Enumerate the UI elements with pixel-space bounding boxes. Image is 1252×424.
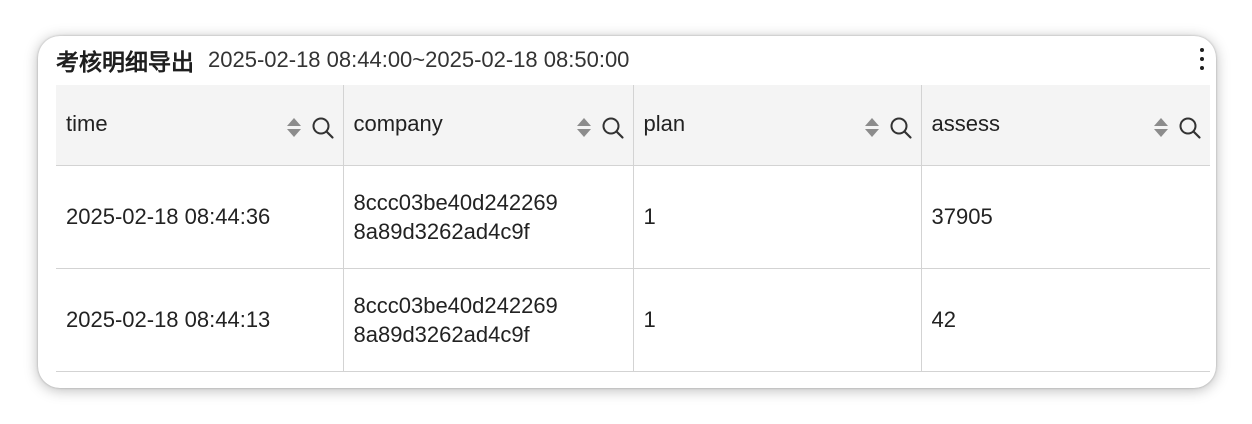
time-range: 2025-02-18 08:44:00~2025-02-18 08:50:00 — [208, 47, 630, 72]
search-icon[interactable] — [889, 116, 913, 140]
search-icon[interactable] — [311, 116, 335, 140]
column-header-label: assess — [931, 111, 1000, 136]
cell-assess: 37905 — [921, 165, 1210, 269]
cell-time: 2025-02-18 08:44:36 — [56, 165, 344, 269]
sort-icon[interactable] — [286, 117, 301, 139]
sort-icon[interactable] — [576, 117, 591, 139]
report-card: 考核明细导出 2025-02-18 08:44:00~2025-02-18 08… — [38, 36, 1216, 388]
column-header-label: plan — [643, 111, 686, 136]
data-table: time company plan assess 2025-02-18 08:4… — [56, 85, 1210, 372]
card-title: 考核明细导出 — [56, 50, 194, 76]
column-header-assess: assess — [921, 85, 1210, 166]
cell-company: 8ccc03be40d242269 8a89d3262ad4c9f — [343, 165, 634, 269]
sort-icon[interactable] — [1154, 117, 1168, 139]
column-header-label: company — [353, 111, 443, 136]
company-line: 8a89d3262ad4c9f — [353, 218, 530, 244]
cell-plan: 1 — [633, 165, 922, 269]
column-header-company: company — [343, 85, 634, 166]
table-header-row: time company plan assess — [56, 85, 1210, 166]
cell-plan: 1 — [633, 268, 922, 372]
table-row: 2025-02-18 08:44:36 8ccc03be40d242269 8a… — [56, 165, 1210, 269]
column-header-time: time — [56, 85, 344, 166]
cell-assess: 42 — [921, 268, 1210, 372]
company-line: 8ccc03be40d242269 — [353, 292, 558, 318]
cell-time: 2025-02-18 08:44:13 — [56, 268, 344, 372]
company-line: 8ccc03be40d242269 — [353, 189, 558, 215]
column-header-label: time — [66, 111, 108, 136]
company-line: 8a89d3262ad4c9f — [353, 321, 530, 347]
table-row: 2025-02-18 08:44:13 8ccc03be40d242269 8a… — [56, 268, 1210, 372]
search-icon[interactable] — [601, 116, 625, 140]
more-vertical-icon[interactable] — [1196, 46, 1208, 72]
cell-company: 8ccc03be40d242269 8a89d3262ad4c9f — [343, 268, 634, 372]
sort-icon[interactable] — [864, 117, 879, 139]
search-icon[interactable] — [1178, 116, 1202, 140]
card-header: 考核明细导出 2025-02-18 08:44:00~2025-02-18 08… — [56, 40, 629, 80]
column-header-plan: plan — [633, 85, 922, 166]
